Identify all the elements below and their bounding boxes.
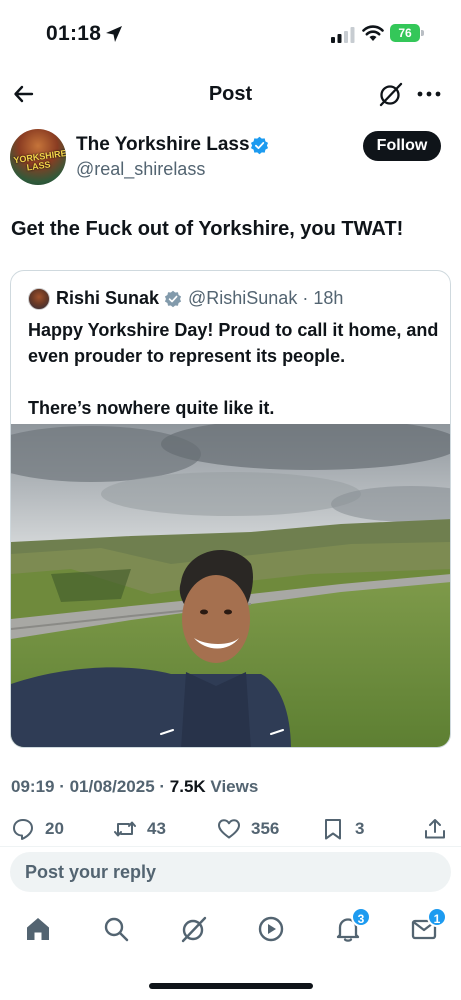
verified-badge-icon <box>250 136 269 155</box>
tab-messages[interactable]: 1 <box>410 907 447 945</box>
tab-notifications[interactable]: 3 <box>334 907 371 945</box>
quoted-post[interactable]: Rishi Sunak @RishiSunak · 18h Happy York… <box>10 270 451 748</box>
notifications-badge: 3 <box>351 907 371 927</box>
views-count[interactable]: 7.5K <box>170 777 206 796</box>
more-options-icon[interactable] <box>416 82 442 106</box>
grok-icon <box>181 916 207 943</box>
post-timestamp: 09:19 · 01/08/2025 · <box>11 777 170 796</box>
messages-badge: 1 <box>427 907 447 927</box>
author-avatar[interactable]: YORKSHIRE LASS <box>10 129 66 185</box>
tab-grok[interactable] <box>180 915 210 945</box>
author-name[interactable]: The Yorkshire Lass <box>76 134 250 156</box>
location-arrow-icon <box>106 26 122 42</box>
play-circle-icon <box>258 916 284 942</box>
follow-button[interactable]: Follow <box>363 131 441 161</box>
like-count: 356 <box>251 819 280 838</box>
quoted-author-name: Rishi Sunak <box>56 288 160 308</box>
tab-home[interactable] <box>24 915 54 945</box>
divider <box>0 846 461 847</box>
post-actions: 20 43 356 3 <box>0 816 461 842</box>
bookmark-icon <box>325 819 341 840</box>
quoted-author-handle-time: @RishiSunak · 18h <box>188 288 344 308</box>
post-meta: 09:19 · 01/08/2025 · 7.5K Views <box>11 777 258 797</box>
repost-icon <box>114 821 136 837</box>
author-handle[interactable]: @real_shirelass <box>76 159 205 180</box>
status-time: 01:18 <box>46 22 102 45</box>
wifi-icon <box>362 25 384 41</box>
tab-search[interactable] <box>102 915 132 945</box>
quoted-post-text: Happy Yorkshire Day! Proud to call it ho… <box>28 320 439 418</box>
quoted-author-avatar <box>28 288 50 310</box>
bottom-tab-bar: 3 1 <box>0 905 461 955</box>
battery-level: 76 <box>390 24 420 42</box>
bookmark-count: 3 <box>355 819 365 838</box>
avatar-text: YORKSHIRE LASS <box>12 147 66 173</box>
top-nav: Post <box>0 72 461 118</box>
views-label: Views <box>205 777 259 796</box>
repost-count: 43 <box>147 819 166 838</box>
post-author: YORKSHIRE LASS The Yorkshire Lass @real_… <box>10 129 451 187</box>
share-icon <box>425 819 445 839</box>
search-icon <box>104 917 129 942</box>
reply-icon <box>13 819 33 840</box>
quoted-post-header: Rishi Sunak @RishiSunak · 18h <box>28 288 448 310</box>
grok-icon[interactable] <box>378 81 404 107</box>
cellular-signal-icon <box>331 27 355 43</box>
reply-input[interactable]: Post your reply <box>10 852 451 892</box>
gov-verified-badge-icon <box>164 290 182 308</box>
post-text: Get the Fuck out of Yorkshire, you TWAT! <box>11 218 404 240</box>
home-indicator <box>149 983 313 989</box>
heart-icon <box>218 819 240 839</box>
quoted-post-photo[interactable] <box>11 424 451 748</box>
reply-count: 20 <box>45 819 64 838</box>
tab-video[interactable] <box>257 915 287 945</box>
battery-icon: 76 <box>390 24 424 42</box>
status-bar: 01:18 76 <box>0 0 461 66</box>
home-icon <box>27 918 49 940</box>
reply-placeholder: Post your reply <box>25 862 157 882</box>
